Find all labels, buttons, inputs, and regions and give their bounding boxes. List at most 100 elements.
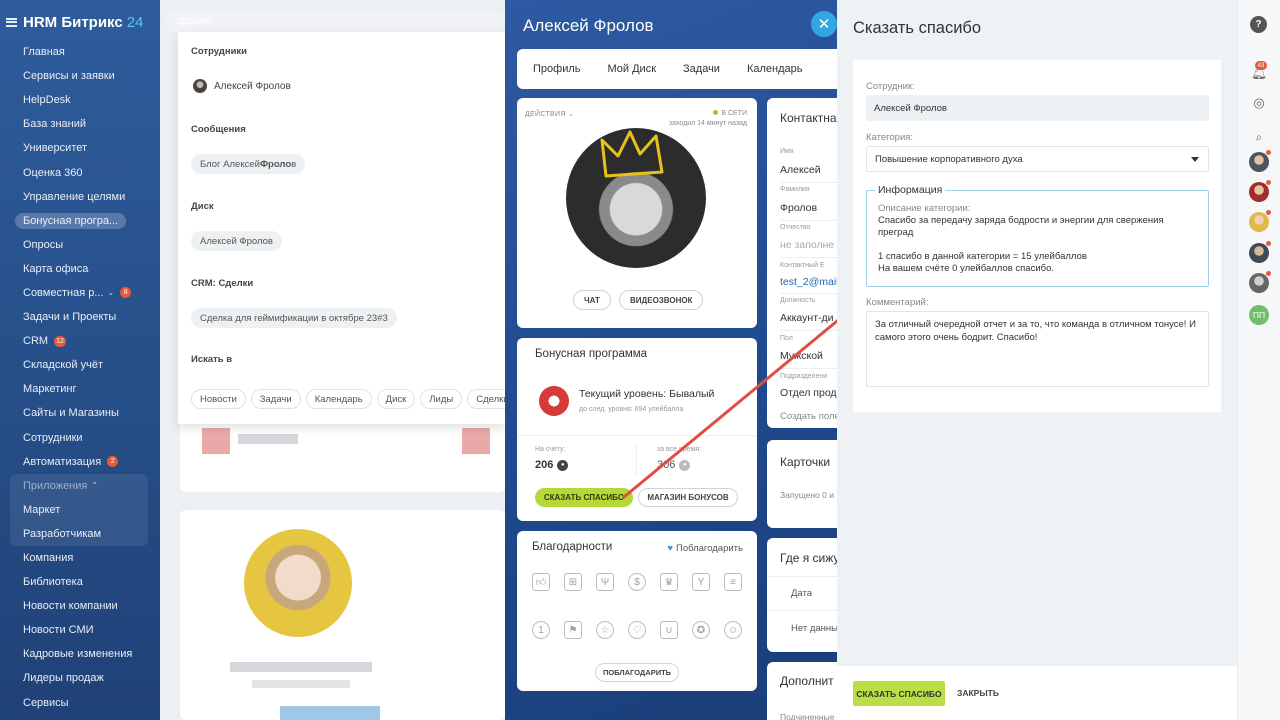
one-circle-icon[interactable]: 1 — [532, 621, 550, 639]
avatar[interactable] — [1249, 180, 1271, 202]
search-bar[interactable] — [166, 10, 505, 32]
crown-icon[interactable]: ♛ — [660, 573, 678, 591]
category-select[interactable]: Повышение корпоративного духа — [866, 146, 1209, 172]
thank-button[interactable]: ПОБЛАГОДАРИТЬ — [595, 663, 679, 682]
avatar[interactable] — [1249, 241, 1271, 263]
sidebar-item-sites[interactable]: Сайты и Магазины — [0, 401, 160, 425]
category-label: Категория: — [866, 132, 914, 143]
sidebar-item-developers[interactable]: Разработчикам — [10, 522, 148, 546]
result-blog[interactable]: Блог Алексей Фроло в — [191, 154, 306, 174]
tab-my-disk[interactable]: Мой Диск — [608, 63, 657, 75]
help-icon[interactable]: ? — [1250, 16, 1267, 33]
scope-tasks[interactable]: Задачи — [250, 389, 301, 409]
beer-icon[interactable]: ∪ — [660, 621, 678, 639]
flag-icon[interactable]: ⚑ — [564, 621, 582, 639]
left-sidebar: HRM Битрикс 24 Главная Сервисы и заявки H… — [0, 0, 160, 720]
sidebar-item-knowledge-base[interactable]: База знаний — [0, 112, 160, 136]
cake-icon[interactable]: ≡ — [724, 573, 742, 591]
sidebar-item-hr-changes[interactable]: Кадровые изменения — [0, 642, 160, 666]
additional-card: Дополнит Подчиненные — [767, 662, 837, 720]
menu-burger-icon[interactable] — [6, 17, 17, 27]
name-value: Алексей — [780, 164, 821, 176]
tab-calendar[interactable]: Календарь — [747, 63, 803, 75]
close-button[interactable]: ЗАКРЫТЬ — [957, 688, 999, 698]
tab-profile[interactable]: Профиль — [533, 63, 581, 75]
sidebar-item-goals[interactable]: Управление целями — [0, 185, 160, 209]
sidebar-item-company[interactable]: Компания — [0, 546, 160, 570]
result-crm-deal[interactable]: Сделка для геймификации в октябре 23#3 — [191, 308, 397, 328]
counter-badge: 2 — [107, 456, 119, 468]
result-disk[interactable]: Алексей Фролов — [191, 231, 282, 251]
heart-outline-icon[interactable]: ♡ — [628, 621, 646, 639]
logo-text: HRM Битрикс 24 — [23, 13, 144, 31]
sidebar-item-marketing[interactable]: Маркетинг — [0, 377, 160, 401]
scope-disk[interactable]: Диск — [376, 389, 416, 409]
sidebar-item-assessment-360[interactable]: Оценка 360 — [0, 160, 160, 184]
additional-title: Дополнит — [780, 674, 834, 688]
close-icon[interactable]: ✕ — [811, 11, 837, 37]
sidebar-item-polls[interactable]: Опросы — [0, 233, 160, 257]
say-thanks-button[interactable]: СКАЗАТЬ СПАСИБО — [535, 488, 633, 507]
sidebar-item-university[interactable]: Университет — [0, 136, 160, 160]
sidebar-item-services-2[interactable]: Сервисы — [0, 691, 160, 715]
divider — [780, 220, 837, 221]
sidebar-item-bonus-program[interactable]: Бонусная програ... — [0, 209, 160, 233]
scope-leads[interactable]: Лиды — [420, 389, 463, 409]
avatar — [193, 79, 207, 93]
search-icon[interactable]: ⌕ — [1250, 128, 1268, 146]
gratitude-link[interactable]: ♥ Поблагодарить — [667, 543, 743, 554]
star-icon[interactable]: ☆ — [596, 621, 614, 639]
sidebar-item-warehouse[interactable]: Складской учёт — [0, 353, 160, 377]
gift-icon[interactable]: ⊞ — [564, 573, 582, 591]
sidebar-item-company-news[interactable]: Новости компании — [0, 594, 160, 618]
search-scope-row: Новости Задачи Календарь Диск Лиды Сделк… — [191, 389, 518, 409]
divider — [780, 182, 837, 183]
trophy-icon[interactable]: Ψ — [596, 573, 614, 591]
actions-menu[interactable]: ДЕЙСТВИЯ ⌄ — [525, 110, 574, 118]
smile-icon[interactable]: ☺ — [724, 621, 742, 639]
chat-bubble-icon[interactable]: ◎ — [1250, 94, 1268, 112]
name-label: Имя — [780, 148, 794, 155]
chat-button[interactable]: ЧАТ — [573, 290, 611, 310]
thumbs-up-icon[interactable]: 👍︎ — [532, 573, 550, 591]
result-employee[interactable]: Алексей Фролов — [193, 79, 291, 93]
level-badge-icon — [539, 386, 569, 416]
cocktail-icon[interactable]: Y — [692, 573, 710, 591]
sidebar-item-tasks[interactable]: Задачи и Проекты — [0, 305, 160, 329]
sidebar-item-sales-leaders[interactable]: Лидеры продаж — [0, 666, 160, 690]
sidebar-item-library[interactable]: Библиотека — [0, 570, 160, 594]
sidebar-item-apps[interactable]: Приложения ⌃ — [10, 474, 148, 498]
sidebar-item-helpdesk[interactable]: HelpDesk — [0, 88, 160, 112]
sidebar-item-home[interactable]: Главная — [0, 40, 160, 64]
online-status: В СЕТИ заходил 14 минут назад — [668, 110, 747, 127]
sidebar-item-media-news[interactable]: Новости СМИ — [0, 618, 160, 642]
info-body: Описание категории: Спасибо за передачу … — [878, 203, 1164, 274]
sidebar-item-collaboration[interactable]: Совместная р... ⌄ 8 — [0, 281, 160, 305]
search-input[interactable]: фроло — [178, 15, 212, 27]
account-label: На счету: — [535, 446, 566, 453]
scope-calendar[interactable]: Календарь — [305, 389, 372, 409]
say-thanks-submit-button[interactable]: СКАЗАТЬ СПАСИБО — [853, 681, 945, 706]
sidebar-item-services[interactable]: Сервисы и заявки — [0, 64, 160, 88]
comment-textarea[interactable]: За отличный очередной отчет и за то, что… — [866, 311, 1209, 387]
avatar[interactable] — [1249, 210, 1271, 232]
notification-count-badge: 43 — [1255, 61, 1267, 70]
scope-news[interactable]: Новости — [191, 389, 246, 409]
sidebar-item-crm[interactable]: CRM 12 — [0, 329, 160, 353]
subordinates-label: Подчиненные — [780, 712, 835, 720]
tab-tasks[interactable]: Задачи — [683, 63, 720, 75]
money-bag-icon[interactable]: $ — [628, 573, 646, 591]
sidebar-item-market[interactable]: Маркет — [10, 498, 148, 522]
sidebar-item-employees[interactable]: Сотрудники — [0, 426, 160, 450]
avatar-initials[interactable]: ПП — [1249, 305, 1269, 325]
sidebar-item-office-map[interactable]: Карта офиса — [0, 257, 160, 281]
no-data: Нет данны — [791, 623, 837, 634]
medal-icon[interactable]: ✪ — [692, 621, 710, 639]
avatar[interactable] — [1249, 150, 1271, 172]
sidebar-item-automation[interactable]: Автоматизация 2 — [0, 450, 160, 474]
avatar[interactable] — [1249, 271, 1271, 293]
pixelated-avatar — [244, 529, 352, 637]
logo[interactable]: HRM Битрикс 24 — [6, 12, 143, 32]
email-value[interactable]: test_2@mail. — [780, 276, 837, 288]
employee-field[interactable]: Алексей Фролов — [866, 95, 1209, 121]
